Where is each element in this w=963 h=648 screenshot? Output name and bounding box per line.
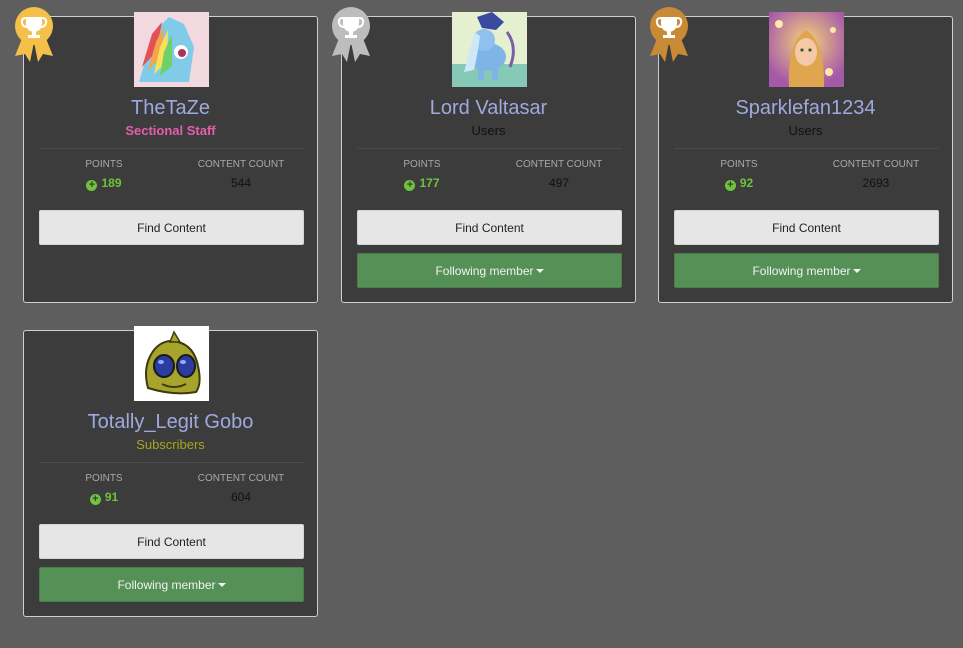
find-content-button[interactable]: Find Content [39, 210, 304, 245]
member-group: Subscribers [136, 437, 205, 452]
gold-ribbon-icon [15, 7, 53, 62]
avatar[interactable] [134, 12, 209, 87]
avatar[interactable] [452, 12, 527, 87]
following-member-button[interactable]: Following member [674, 253, 939, 288]
member-card: Lord Valtasar Users Points Content Count… [341, 12, 636, 303]
member-card: Totally_Legit Gobo Subscribers Points Co… [23, 326, 318, 617]
caret-down-icon [852, 269, 861, 273]
divider [39, 148, 304, 149]
avatar[interactable] [769, 12, 844, 87]
caret-down-icon [535, 269, 544, 273]
points-value: +177 [372, 176, 472, 191]
divider [674, 148, 939, 149]
member-card: Sparklefan1234 Users Points Content Coun… [658, 12, 953, 303]
content-count-value: 2693 [862, 176, 890, 190]
bronze-ribbon-icon [650, 7, 688, 62]
caret-down-icon [217, 583, 226, 587]
divider [357, 148, 622, 149]
following-member-button[interactable]: Following member [39, 567, 304, 602]
content-count-value: 497 [548, 176, 570, 190]
points-value: +189 [54, 176, 154, 191]
avatar[interactable] [134, 326, 209, 401]
content-count-label: Content Count [832, 159, 920, 170]
member-name[interactable]: Totally_Legit Gobo [24, 411, 317, 434]
member-name[interactable]: TheTaZe [24, 97, 317, 120]
content-count-value: 544 [230, 176, 252, 190]
find-content-button[interactable]: Find Content [39, 524, 304, 559]
following-member-button[interactable]: Following member [357, 253, 622, 288]
content-count-label: Content Count [197, 159, 285, 170]
find-content-button[interactable]: Find Content [357, 210, 622, 245]
points-label: Points [720, 159, 758, 170]
silver-ribbon-icon [332, 7, 370, 62]
content-count-value: 604 [230, 490, 252, 504]
plus-circle-icon: + [404, 180, 416, 191]
plus-circle-icon: + [724, 180, 736, 191]
points-value: +92 [689, 176, 789, 191]
member-name[interactable]: Lord Valtasar [342, 97, 635, 120]
member-name[interactable]: Sparklefan1234 [659, 97, 952, 120]
plus-circle-icon: + [86, 180, 98, 191]
content-count-label: Content Count [515, 159, 603, 170]
member-group: Sectional Staff [125, 123, 216, 138]
content-count-label: Content Count [197, 473, 285, 484]
plus-circle-icon: + [89, 494, 101, 505]
points-label: Points [85, 473, 123, 484]
member-group: Users [788, 123, 823, 138]
divider [39, 462, 304, 463]
find-content-button[interactable]: Find Content [674, 210, 939, 245]
member-group: Users [471, 123, 506, 138]
points-label: Points [403, 159, 441, 170]
points-label: Points [85, 159, 123, 170]
member-card: TheTaZe Sectional Staff Points Content C… [23, 12, 318, 303]
points-value: +91 [54, 490, 154, 505]
